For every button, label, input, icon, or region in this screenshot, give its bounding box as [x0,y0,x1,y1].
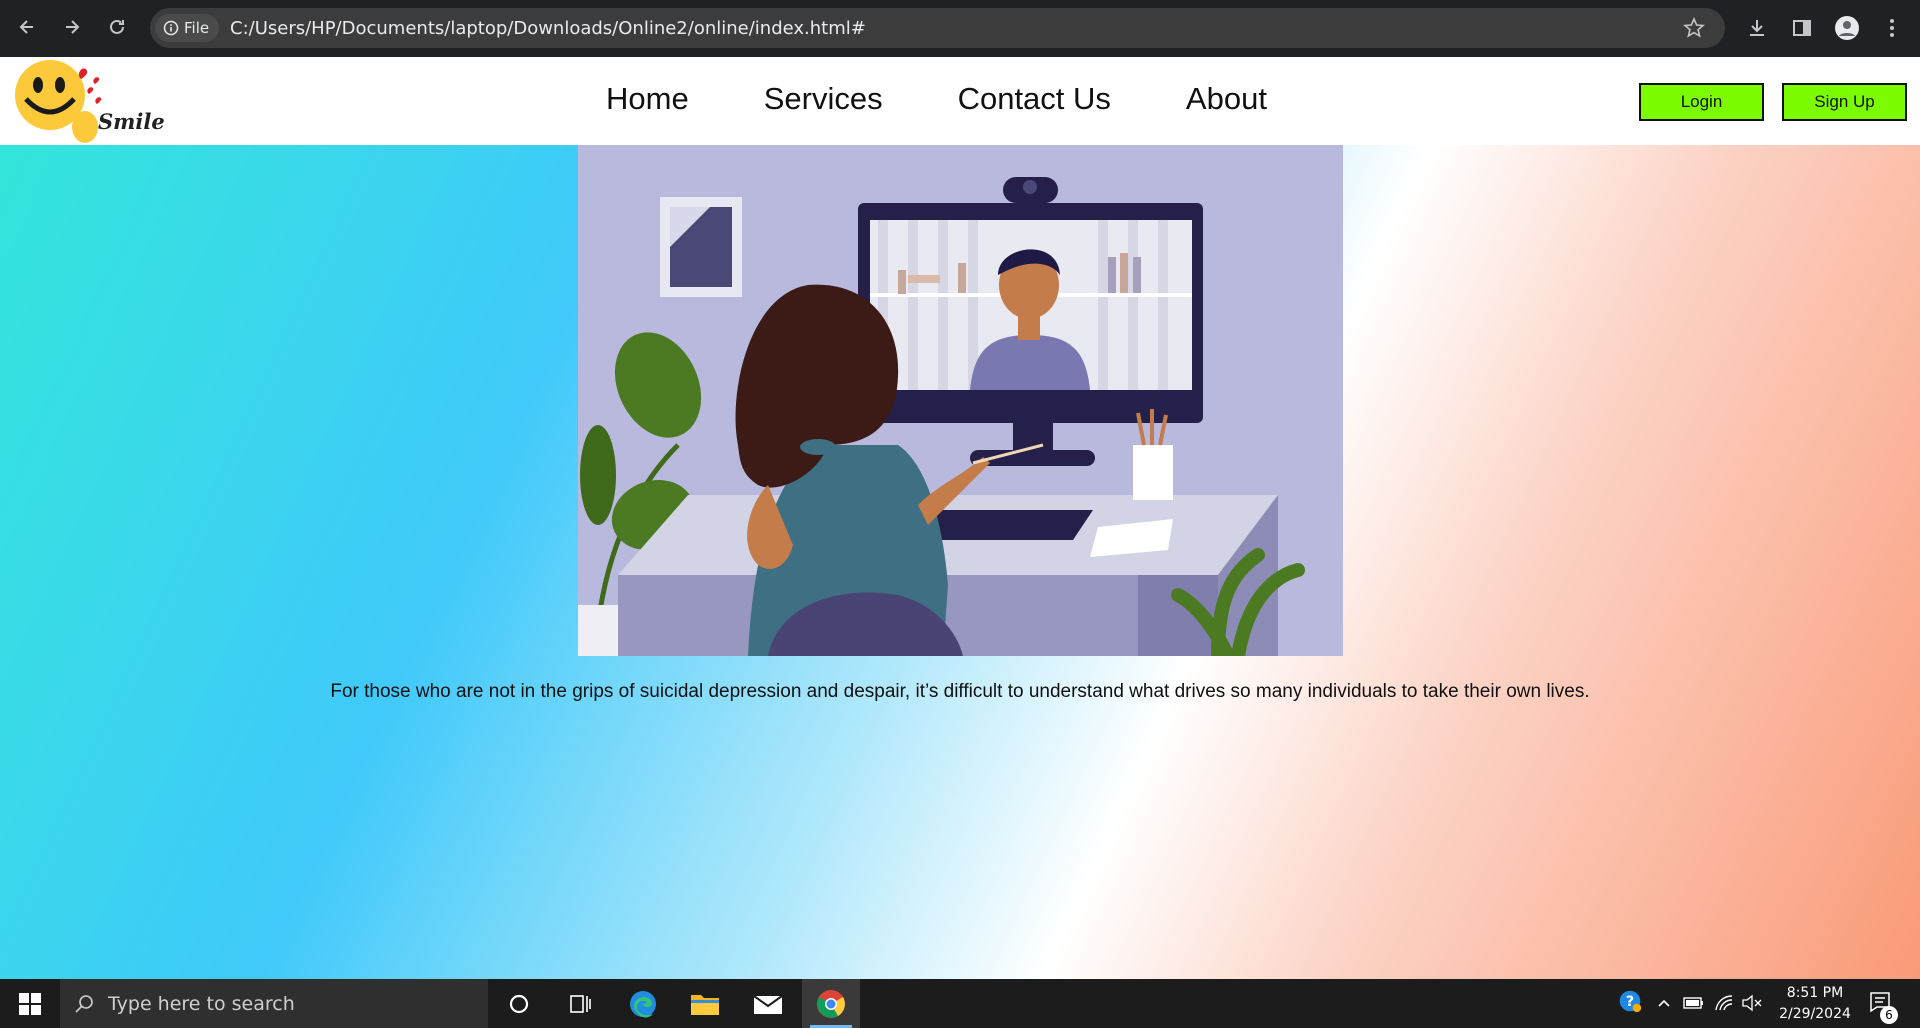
address-bar[interactable]: File C:/Users/HP/Documents/laptop/Downlo… [150,8,1725,48]
file-chip-label: File [184,19,210,37]
profile-avatar-icon[interactable] [1833,14,1861,42]
download-icon[interactable] [1743,14,1771,42]
nav-home[interactable]: Home [606,81,689,117]
nav-contact-us[interactable]: Contact Us [958,81,1111,117]
taskbar-search-box[interactable]: Type here to search [60,979,488,1028]
file-explorer-icon[interactable] [677,979,733,1028]
bookmark-star-icon[interactable] [1680,14,1708,42]
smile-logo[interactable]: Smile [12,59,192,145]
taskbar-clock[interactable]: 8:51 PM 2/29/2024 [1765,983,1865,1025]
browser-toolbar: File C:/Users/HP/Documents/laptop/Downlo… [0,0,1920,57]
site-info-chip[interactable]: File [155,14,219,42]
login-button[interactable]: Login [1639,83,1764,121]
cortana-icon[interactable] [491,979,547,1028]
chevron-up-icon[interactable] [1652,991,1676,1015]
logo-text: Smile [98,109,165,134]
main-caption: For those who are not in the grips of su… [330,681,1590,702]
url-text[interactable]: C:/Users/HP/Documents/laptop/Downloads/O… [230,18,866,39]
nav-services[interactable]: Services [764,81,883,117]
battery-icon[interactable] [1682,991,1706,1015]
search-placeholder: Type here to search [108,992,295,1015]
windows-taskbar: Type here to search ? 8:51 PM 2/29/2024 … [0,979,1920,1028]
clock-time: 8:51 PM [1786,985,1844,1001]
edge-browser-icon[interactable] [615,979,671,1028]
clock-date: 2/29/2024 [1779,1006,1851,1022]
chrome-taskbar-icon[interactable] [802,979,860,1028]
mail-icon[interactable] [740,979,796,1028]
wifi-icon[interactable] [1712,991,1736,1015]
menu-kebab-icon[interactable] [1878,14,1906,42]
search-icon [75,994,93,1013]
help-icon[interactable]: ? [1618,989,1642,1013]
notification-count-badge: 6 [1880,1006,1898,1024]
sign-up-button[interactable]: Sign Up [1782,83,1907,121]
speaker-muted-icon[interactable] [1740,991,1764,1015]
back-icon[interactable] [12,12,42,42]
main-nav: Home Services Contact Us About [606,81,1267,117]
task-view-icon[interactable] [552,979,608,1028]
side-panel-icon[interactable] [1788,14,1816,42]
site-header: Smile Home Services Contact Us About Log… [0,57,1920,145]
reload-icon[interactable] [102,12,132,42]
forward-icon[interactable] [57,12,87,42]
main-content: For those who are not in the grips of su… [0,145,1920,979]
video-therapy-illustration [578,145,1343,656]
nav-about[interactable]: About [1186,81,1267,117]
info-icon [163,20,179,36]
windows-start-icon[interactable] [2,979,58,1028]
